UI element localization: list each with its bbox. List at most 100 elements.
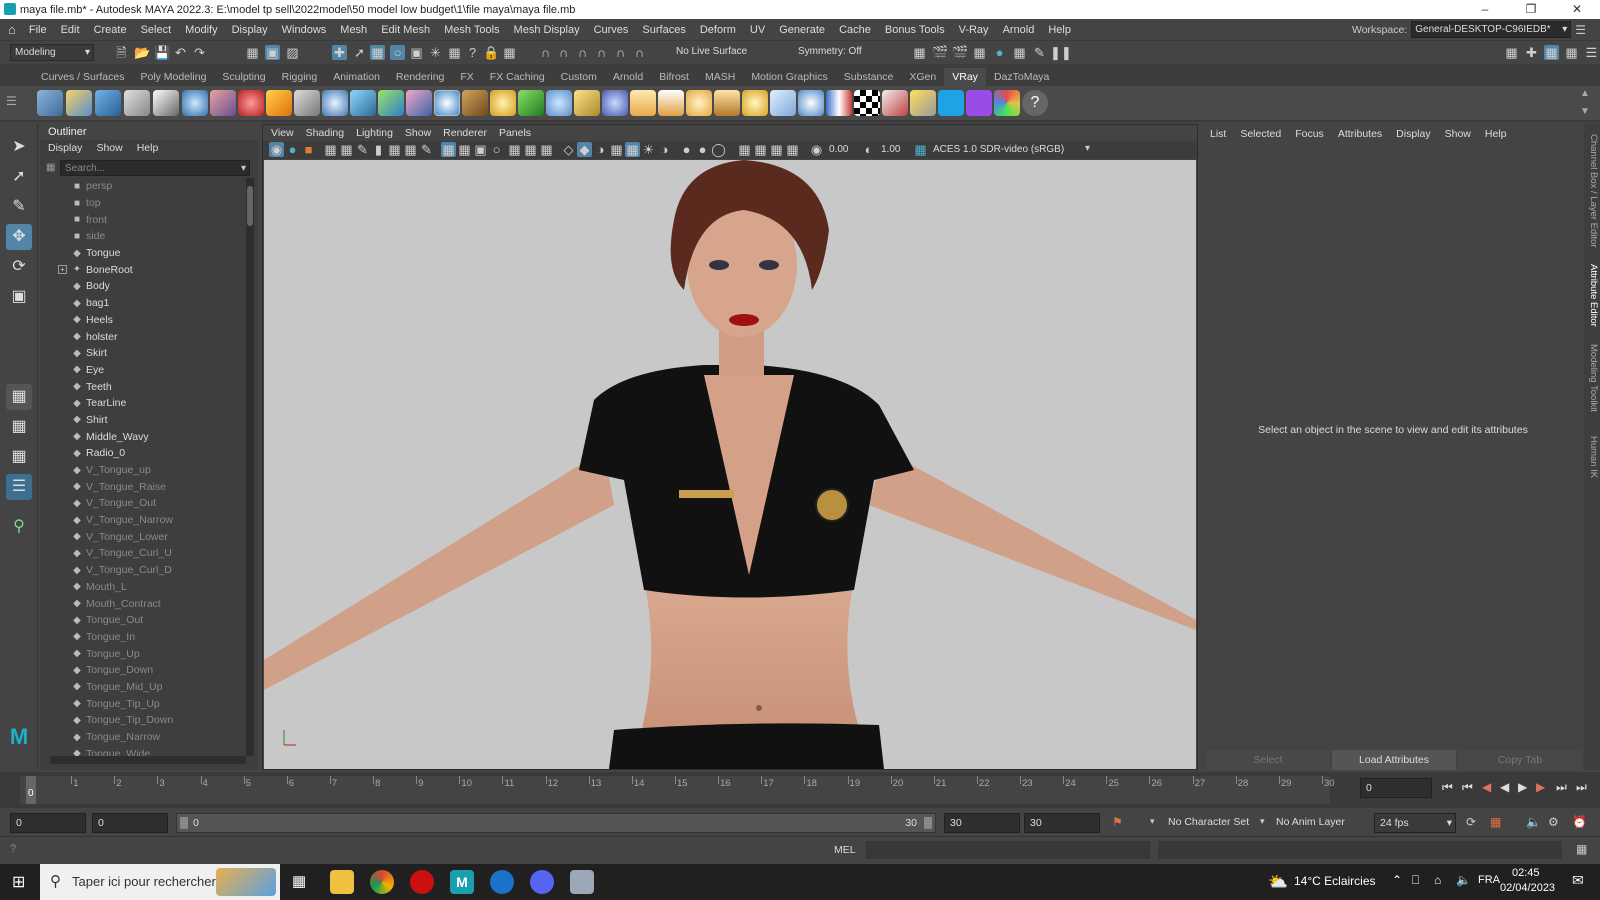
ipr-render-icon[interactable]: 🎬 <box>952 45 968 60</box>
scene-start-field[interactable]: 0 <box>10 813 86 833</box>
exposure-value[interactable]: 0.00 <box>829 144 848 155</box>
move-tool-icon[interactable]: ✥ <box>6 224 32 250</box>
camera-select-icon[interactable]: ◉ <box>269 142 284 157</box>
vray-lister-icon[interactable] <box>153 90 179 116</box>
discord-icon[interactable] <box>530 870 554 894</box>
copy-tab-button[interactable]: Copy Tab <box>1458 750 1582 770</box>
smooth-shade-icon[interactable]: ◆ <box>577 142 592 157</box>
attribute-editor-toggle-icon[interactable]: ✚ <box>1524 45 1539 60</box>
cinema-icon[interactable] <box>490 870 514 894</box>
vray-clipper-icon[interactable] <box>574 90 600 116</box>
gate-mask-icon[interactable]: ▦ <box>457 142 472 157</box>
vray-plane-icon[interactable] <box>294 90 320 116</box>
menu-display[interactable]: Display <box>225 24 275 36</box>
scrollbar-thumb[interactable] <box>247 186 253 226</box>
time-slider-track[interactable]: 0123456789101112131415161718192021222324… <box>20 776 1335 804</box>
shelf-tab-fx[interactable]: FX <box>452 68 481 86</box>
lights-icon[interactable]: ▦ <box>625 142 640 157</box>
opera-icon[interactable] <box>410 870 434 894</box>
menu-help[interactable]: Help <box>1041 24 1078 36</box>
viewport-menu-show[interactable]: Show <box>405 125 431 141</box>
vray-env-fog-icon[interactable] <box>602 90 628 116</box>
construction-history-icon[interactable]: ▦ <box>502 45 517 60</box>
paint-select-tool-icon[interactable]: ✎ <box>6 194 32 220</box>
redo-icon[interactable]: ↷ <box>192 45 207 60</box>
vray-vfb-icon[interactable] <box>882 90 908 116</box>
outliner-item[interactable]: ◆ bag1 <box>40 295 244 312</box>
magnet-view-icon[interactable]: ∩ <box>594 45 609 60</box>
sound-icon[interactable]: 🔈 <box>1526 815 1541 829</box>
render-current-icon[interactable]: 🎬 <box>932 45 948 60</box>
volume-icon[interactable]: 🔈 <box>1456 873 1471 887</box>
outliner-list[interactable]: ■ persp ■ top ■ front ■ side ◆ Tongue + ✦ BoneRoot ◆ B… <box>40 178 244 756</box>
outliner-item[interactable]: ◆ holster <box>40 328 244 345</box>
home-icon[interactable]: ⌂ <box>0 22 22 37</box>
shadows-icon[interactable]: ☀ <box>641 142 656 157</box>
show-hidden-icons-icon[interactable]: ⌃ <box>1392 873 1402 887</box>
vray-chaos-cloud-icon[interactable] <box>938 90 964 116</box>
image-plane-icon[interactable]: ▦ <box>323 142 338 157</box>
outliner-item[interactable]: ■ top <box>40 195 244 212</box>
vray-spot-light-icon[interactable] <box>714 90 740 116</box>
vray-frame-buffer-icon[interactable] <box>95 90 121 116</box>
persp-outliner-layout-icon[interactable]: ▦ <box>6 444 32 470</box>
depth-of-field-icon[interactable]: ◯ <box>711 142 726 157</box>
attr-menu-help[interactable]: Help <box>1485 124 1507 144</box>
outliner-item[interactable]: ◆ Tongue_Down <box>40 662 244 679</box>
isolate-select-icon[interactable]: ▦ <box>737 142 752 157</box>
shelf-tab-motion-graphics[interactable]: Motion Graphics <box>743 68 835 86</box>
shelf-tab-arnold[interactable]: Arnold <box>605 68 651 86</box>
select-mask-icon[interactable]: ✚ <box>332 45 347 60</box>
chevron-down-icon[interactable]: ▾ <box>1085 143 1090 154</box>
attr-menu-list[interactable]: List <box>1210 124 1226 144</box>
motion-blur-icon[interactable]: ● <box>679 142 694 157</box>
menu-cache[interactable]: Cache <box>832 24 878 36</box>
outliner-item[interactable]: ■ persp <box>40 178 244 195</box>
task-view-icon[interactable]: ▦ <box>292 872 306 890</box>
wireframe-icon[interactable]: ▦ <box>523 142 538 157</box>
menu-mesh[interactable]: Mesh <box>333 24 374 36</box>
viewport-menu-view[interactable]: View <box>271 125 294 141</box>
outliner-item[interactable]: ◆ Teeth <box>40 378 244 395</box>
magnet-icon[interactable]: ∩ <box>538 45 553 60</box>
vray-rect-light-icon[interactable] <box>434 90 460 116</box>
outliner-menu-show[interactable]: Show <box>96 140 122 156</box>
anti-aliasing-icon[interactable]: ● <box>695 142 710 157</box>
bookmark-camera-icon[interactable]: ▮ <box>371 142 386 157</box>
outliner-item[interactable]: ◆ V_Tongue_Narrow <box>40 512 244 529</box>
outliner-item[interactable]: ◆ Eye <box>40 362 244 379</box>
taskbar-search-box[interactable]: ⚲ Taper ici pour rechercher <box>40 864 280 900</box>
tab-modeling-toolkit[interactable]: Modeling Toolkit <box>1585 344 1599 412</box>
outliner-item[interactable]: ■ front <box>40 211 244 228</box>
attr-menu-selected[interactable]: Selected <box>1240 124 1281 144</box>
vray-sphere-icon[interactable] <box>238 90 264 116</box>
shelf-tab-bifrost[interactable]: Bifrost <box>651 68 697 86</box>
play-forward-icon[interactable]: ▶ <box>1518 780 1527 794</box>
attr-menu-display[interactable]: Display <box>1396 124 1430 144</box>
gamma-icon[interactable]: ◐ <box>861 142 876 157</box>
outliner-menu-help[interactable]: Help <box>137 140 159 156</box>
close-button[interactable]: ✕ <box>1554 0 1600 19</box>
outliner-item[interactable]: ◆ Tongue_Out <box>40 612 244 629</box>
vray-sun-icon[interactable] <box>266 90 292 116</box>
go-to-end-icon[interactable]: ⏭ <box>1576 780 1587 795</box>
search-icon[interactable]: ⚲ <box>6 514 32 540</box>
color-management-icon[interactable]: ▦ <box>913 142 928 157</box>
workspace-options-icon[interactable]: ☰ <box>1575 23 1586 37</box>
clock-time[interactable]: 02:45 <box>1512 867 1540 879</box>
chevron-down-icon[interactable]: ▾ <box>1260 816 1265 827</box>
outliner-item[interactable]: ◆ Middle_Wavy <box>40 428 244 445</box>
magnet-point-icon[interactable]: ∩ <box>575 45 590 60</box>
snap-grid-icon[interactable]: ▦ <box>370 45 385 60</box>
app-window-icon[interactable] <box>570 870 594 894</box>
outliner-item[interactable]: ◆ Mouth_Contract <box>40 595 244 612</box>
viewport-menu-shading[interactable]: Shading <box>306 125 345 141</box>
shelf-tab-animation[interactable]: Animation <box>325 68 388 86</box>
hypershade-icon[interactable]: ● <box>992 45 1007 60</box>
outliner-item[interactable]: ◆ Tongue_Tip_Up <box>40 695 244 712</box>
step-forward-frame-icon[interactable]: ▶ <box>1536 780 1545 794</box>
expand-icon[interactable]: + <box>58 265 67 275</box>
vray-light-icon[interactable] <box>350 90 376 116</box>
mel-command-input[interactable] <box>866 841 1150 859</box>
outliner-item[interactable]: ◆ Shirt <box>40 412 244 429</box>
